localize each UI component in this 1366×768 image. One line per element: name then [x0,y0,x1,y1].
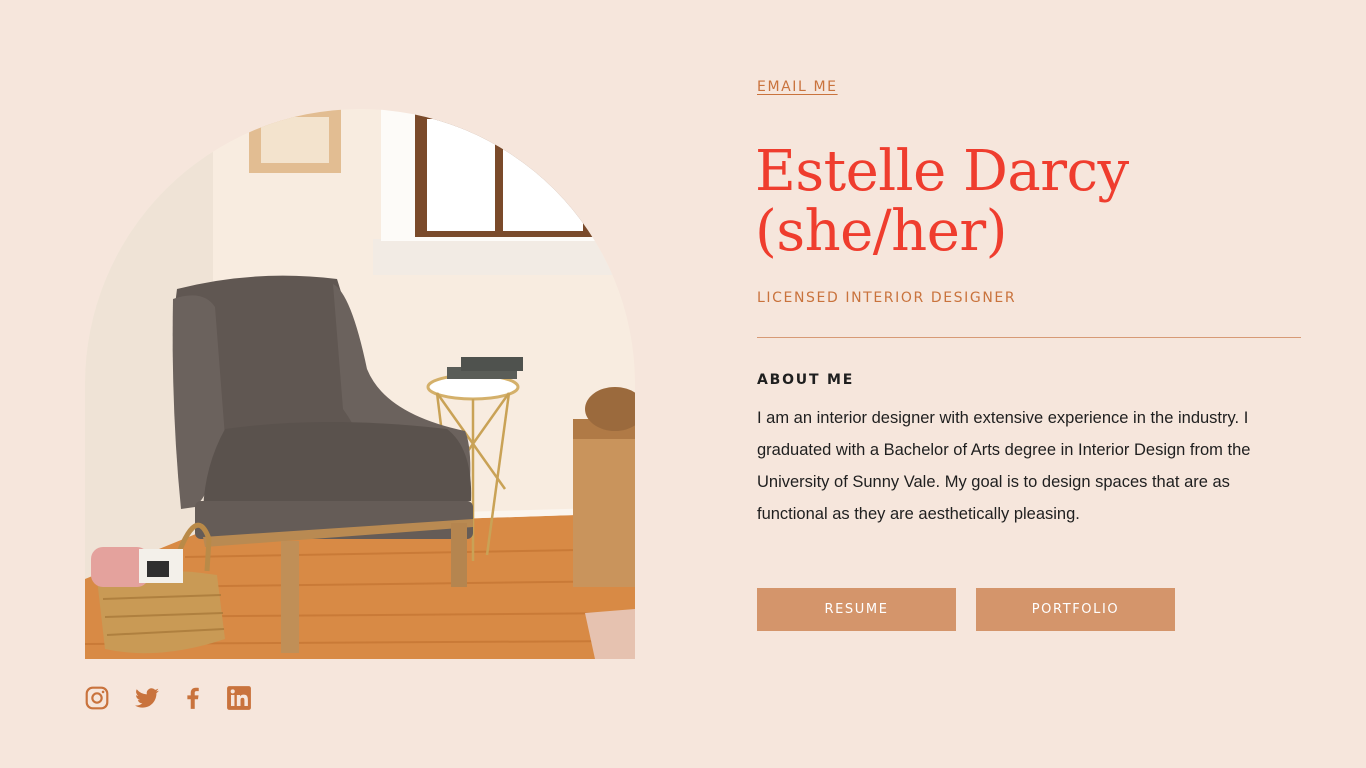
divider [757,337,1301,338]
resume-button[interactable]: RESUME [757,588,956,631]
name-line-1: Estelle Darcy [755,139,1129,204]
profile-name: Estelle Darcy (she/her) [755,142,1315,262]
instagram-icon[interactable] [84,685,110,711]
profile-photo [85,109,635,659]
job-title: LICENSED INTERIOR DESIGNER [757,290,1017,306]
email-me-link[interactable]: EMAIL ME [757,79,838,95]
about-heading: ABOUT ME [757,372,855,388]
twitter-icon[interactable] [134,685,160,711]
linkedin-icon[interactable] [226,685,252,711]
facebook-icon[interactable] [180,685,206,711]
armchair-room-image [85,109,635,659]
portfolio-button[interactable]: PORTFOLIO [976,588,1175,631]
about-text: I am an interior designer with extensive… [757,409,1251,523]
pronouns: (she/her) [755,199,1007,264]
